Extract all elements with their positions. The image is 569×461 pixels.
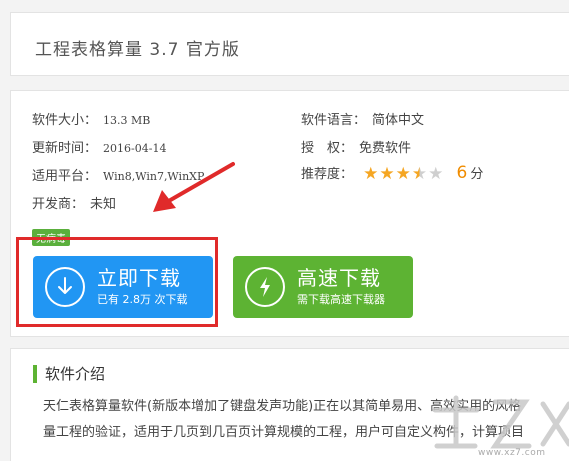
updated-value: 2016-04-14 — [103, 142, 167, 155]
developer-row: 开发商： 未知 — [32, 193, 116, 212]
rating-score: 6 — [456, 163, 468, 183]
star-icon: ★ — [363, 164, 379, 184]
intro-line-2: 量工程的验证，适用于几页到几百页计算规模的工程，用户可自定义构件，计算项目 — [43, 425, 525, 440]
platform-row: 适用平台： Win8,Win7,WinXP — [32, 165, 204, 184]
language-label: 软件语言： — [301, 113, 367, 128]
rating-label: 推荐度： — [301, 167, 354, 182]
rating-score-unit: 分 — [470, 167, 484, 182]
size-row: 软件大小： 13.3 MB — [32, 109, 150, 128]
software-title: 工程表格算量 3.7 官方版 — [35, 40, 240, 60]
watermark-url: www.xz7.com — [478, 448, 546, 458]
license-label: 授 权： — [301, 141, 354, 156]
developer-label: 开发商： — [32, 197, 85, 212]
language-value: 简体中文 — [372, 113, 425, 128]
lightning-icon — [245, 267, 285, 307]
info-panel: 软件大小： 13.3 MB 软件语言： 简体中文 更新时间： 2016-04-14 授… — [10, 90, 569, 337]
intro-heading: 软件介绍 — [33, 363, 105, 384]
size-value: 13.3 MB — [103, 114, 151, 127]
intro-line-1: 天仁表格算量软件(新版本增加了键盘发声功能)正在以其简单易用、高效实用的风格 — [43, 399, 522, 414]
updated-label: 更新时间： — [32, 141, 98, 156]
updated-row: 更新时间： 2016-04-14 — [32, 137, 166, 156]
star-icon: ★ — [395, 164, 411, 184]
intro-panel: 软件介绍 天仁表格算量软件(新版本增加了键盘发声功能)正在以其简单易用、高效实用… — [10, 348, 569, 461]
star-icon: ★ — [428, 164, 444, 184]
language-row: 软件语言： 简体中文 — [301, 109, 424, 128]
highlight-box — [16, 237, 218, 327]
star-icon: ★ — [411, 164, 428, 184]
intro-accent-bar — [33, 364, 37, 383]
platform-label: 适用平台： — [32, 169, 98, 184]
fast-download-sub-label: 需下载高速下载器 — [297, 293, 385, 306]
rating-row: 推荐度： ★ ★ ★ ★ ★ 6分 — [301, 163, 483, 183]
license-value: 免费软件 — [359, 141, 412, 156]
developer-value: 未知 — [90, 197, 117, 212]
license-row: 授 权： 免费软件 — [301, 137, 411, 156]
title-panel: 工程表格算量 3.7 官方版 — [10, 12, 569, 76]
rating-stars: ★ ★ ★ ★ ★ — [363, 166, 444, 183]
platform-value: Win8,Win7,WinXP — [103, 170, 205, 183]
fast-download-button[interactable]: 高速下载 需下载高速下载器 — [233, 256, 413, 318]
size-label: 软件大小： — [32, 113, 98, 128]
fast-download-label: 高速下载 — [297, 266, 381, 290]
intro-title: 软件介绍 — [45, 365, 106, 383]
star-icon: ★ — [379, 164, 395, 184]
